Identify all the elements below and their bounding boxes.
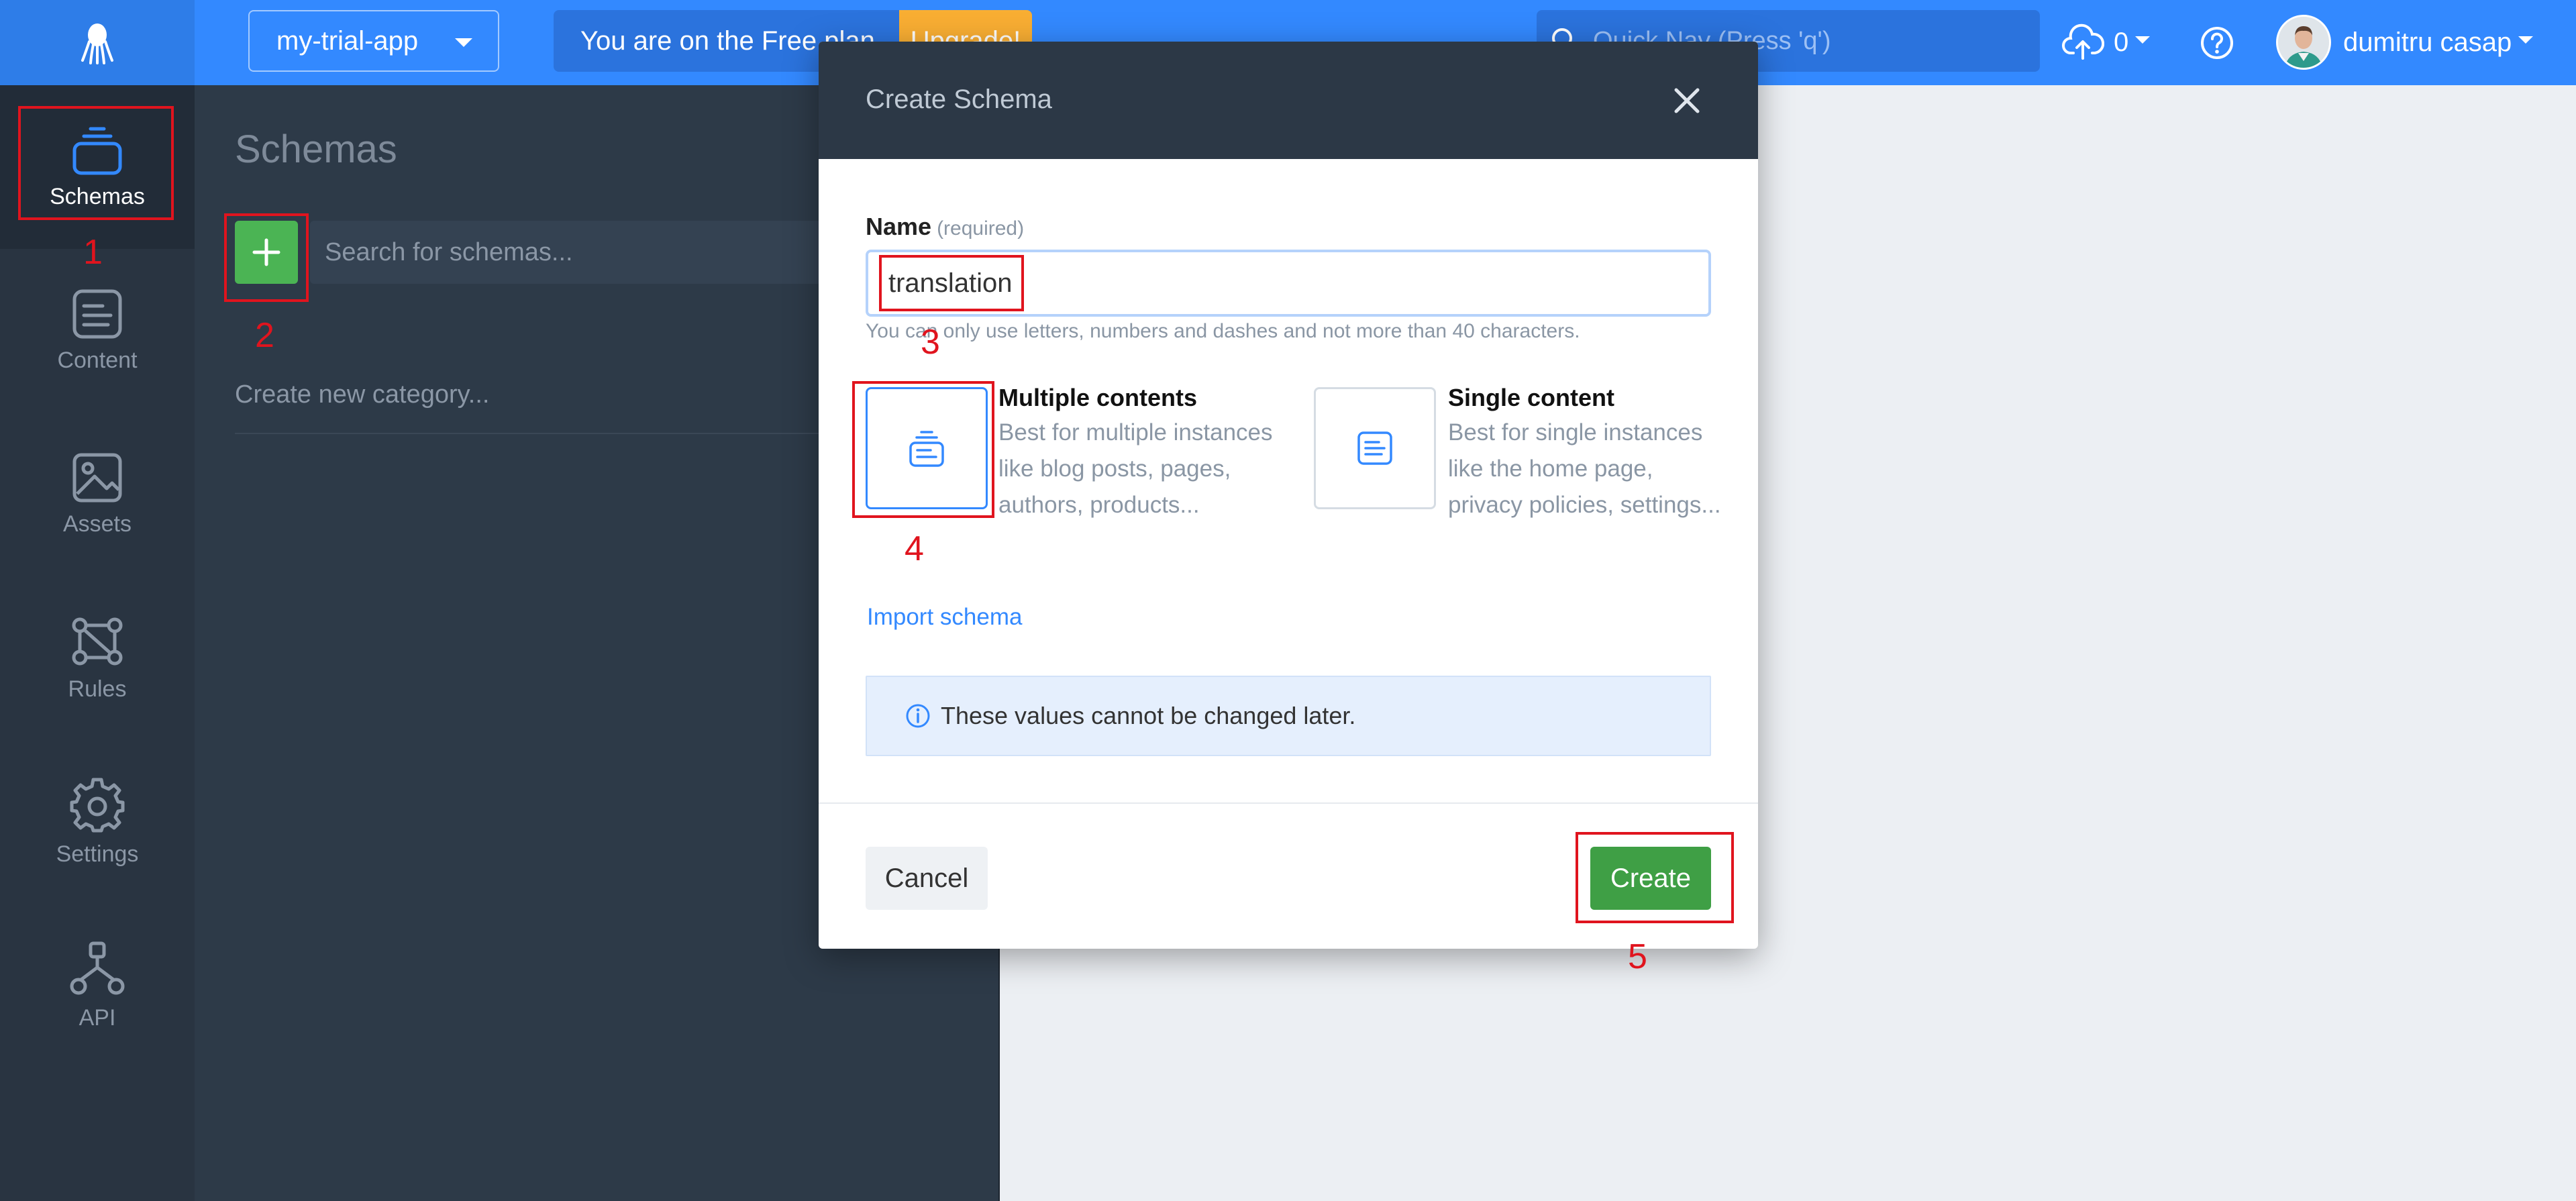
sidebar-item-settings[interactable]: Settings	[0, 740, 195, 904]
sidebar-item-label: Schemas	[50, 183, 145, 209]
sidebar-item-label: Content	[57, 347, 138, 373]
app-selector[interactable]: my-trial-app	[248, 10, 499, 72]
option-title: Multiple contents	[998, 384, 1197, 411]
assets-icon	[72, 453, 122, 502]
dialog-header: Create Schema	[819, 42, 1758, 159]
cloud-upload-icon	[2062, 23, 2104, 60]
chevron-down-icon	[2135, 36, 2151, 44]
option-title: Single content	[1448, 384, 1615, 411]
add-schema-button[interactable]	[235, 221, 298, 284]
logo[interactable]	[0, 0, 195, 85]
sidebar-item-rules[interactable]: Rules	[0, 576, 195, 740]
api-icon	[70, 941, 125, 994]
single-content-option[interactable]	[1314, 387, 1436, 509]
import-schema-link[interactable]: Import schema	[867, 604, 1022, 631]
close-icon[interactable]	[1672, 86, 1702, 115]
divider	[819, 802, 1758, 804]
page-title: Schemas	[235, 127, 397, 171]
sidebar-item-label: Settings	[56, 841, 139, 867]
multiple-contents-option[interactable]	[866, 387, 988, 509]
user-menu[interactable]: dumitru casap	[2343, 20, 2534, 64]
sidebar-item-schemas[interactable]: Schemas	[0, 85, 195, 249]
new-category-input[interactable]	[235, 380, 839, 409]
sidebar-item-content[interactable]: Content	[0, 249, 195, 413]
create-schema-dialog: Create Schema Name(required) You can onl…	[819, 42, 1758, 949]
dialog-title: Create Schema	[866, 85, 1052, 114]
user-avatar-icon	[2278, 17, 2329, 68]
name-hint: You can only use letters, numbers and da…	[866, 320, 1580, 342]
user-name: dumitru casap	[2343, 27, 2512, 57]
sidebar-item-api[interactable]: API	[0, 904, 195, 1067]
main-sidebar: Schemas Content Assets Rules Settings AP…	[0, 85, 195, 1201]
schemas-icon	[72, 127, 122, 174]
create-label: Create	[1610, 863, 1692, 893]
chevron-down-icon	[2518, 36, 2534, 44]
single-content-text: Single content Best for single instances…	[1448, 384, 1730, 523]
gear-icon	[70, 778, 125, 832]
option-description: Best for multiple instances like blog po…	[998, 419, 1273, 518]
name-label-text: Name	[866, 213, 932, 240]
single-content-icon	[1357, 431, 1392, 465]
help-icon[interactable]	[2200, 25, 2234, 60]
squid-logo-icon	[81, 23, 113, 64]
required-marker: (required)	[937, 217, 1025, 240]
info-text: These values cannot be changed later.	[941, 702, 1356, 729]
info-alert: These values cannot be changed later.	[866, 676, 1711, 756]
info-icon	[906, 704, 930, 728]
multiple-contents-text: Multiple contents Best for multiple inst…	[998, 384, 1280, 523]
sidebar-item-assets[interactable]: Assets	[0, 413, 195, 576]
cancel-button[interactable]: Cancel	[866, 847, 988, 910]
app-name: my-trial-app	[276, 25, 419, 56]
create-button[interactable]: Create	[1590, 847, 1711, 910]
name-label: Name (required)	[866, 213, 1024, 241]
sidebar-item-label: Assets	[62, 511, 132, 537]
upload-status[interactable]: 0	[2061, 20, 2151, 64]
rules-icon	[72, 617, 123, 665]
option-description: Best for single instances like the home …	[1448, 419, 1721, 518]
plus-icon	[252, 238, 280, 266]
schema-name-input[interactable]	[888, 268, 1680, 299]
sidebar-item-label: API	[79, 1004, 116, 1031]
cancel-label: Cancel	[884, 863, 969, 893]
upload-count: 0	[2114, 27, 2129, 57]
avatar[interactable]	[2276, 15, 2331, 70]
schema-name-field[interactable]	[866, 250, 1711, 317]
multiple-contents-icon	[909, 431, 944, 467]
chevron-down-icon	[455, 38, 472, 47]
sidebar-item-label: Rules	[68, 676, 127, 702]
content-icon	[72, 289, 122, 338]
